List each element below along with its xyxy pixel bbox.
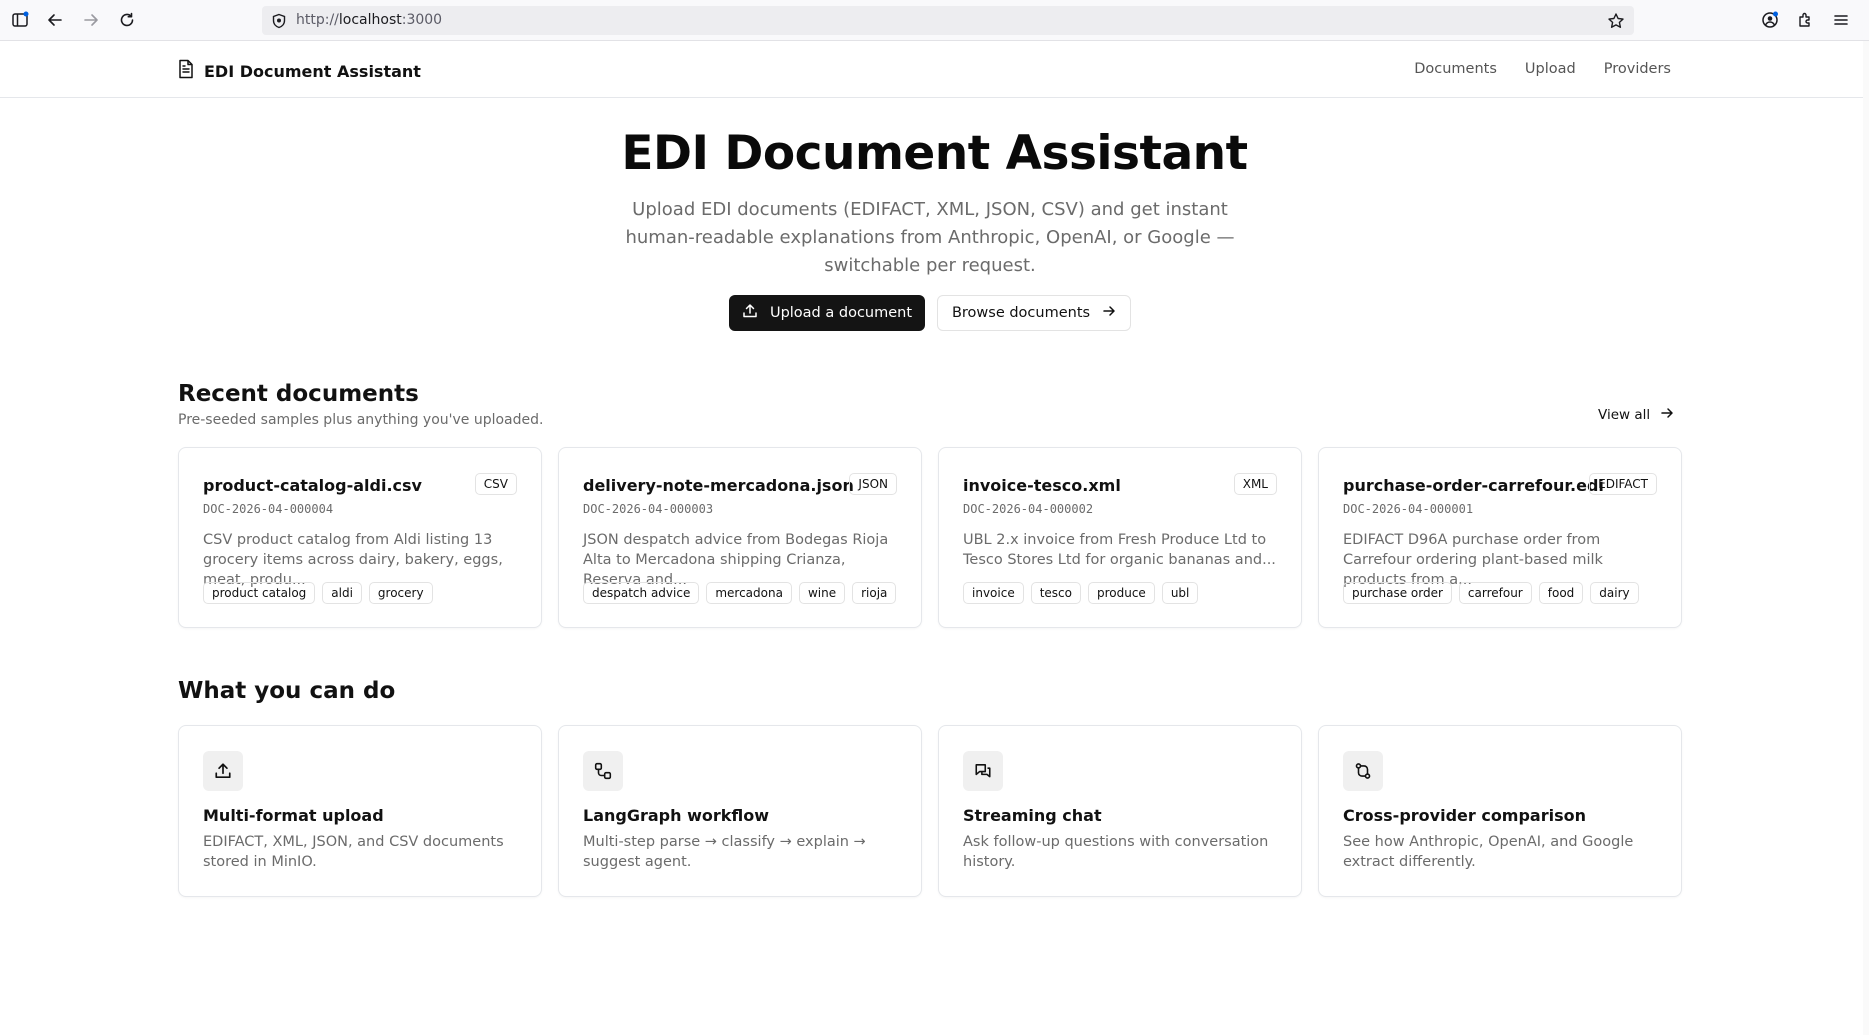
tag-list: purchase order carrefour food dairy (1343, 582, 1639, 604)
browser-toolbar: http://localhost:3000 (0, 0, 1869, 41)
feature-card: Multi-format upload EDIFACT, XML, JSON, … (178, 725, 542, 897)
account-icon[interactable] (1758, 8, 1782, 32)
forward-arrow-icon[interactable] (79, 8, 103, 32)
browse-documents-label: Browse documents (951, 305, 1091, 321)
document-card[interactable]: product-catalog-aldi.csv CSV DOC-2026-04… (178, 447, 542, 628)
nav-link-documents[interactable]: Documents (1414, 61, 1497, 77)
format-badge: JSON (849, 473, 897, 495)
document-card[interactable]: purchase-order-carrefour.edi EDIFACT DOC… (1318, 447, 1682, 628)
feature-card: LangGraph workflow Multi-step parse → cl… (558, 725, 922, 897)
tag: grocery (368, 582, 433, 604)
tag: dairy (1590, 582, 1639, 604)
brand-title: EDI Document Assistant (204, 61, 421, 81)
sidebar-toggle-icon[interactable] (8, 8, 32, 32)
feature-title: LangGraph workflow (583, 806, 770, 825)
feature-title: Streaming chat (963, 806, 1102, 825)
feature-title: Cross-provider comparison (1343, 806, 1587, 825)
reload-icon[interactable] (115, 8, 139, 32)
extensions-icon[interactable] (1794, 8, 1818, 32)
feature-description: Ask follow-up questions with conversatio… (963, 834, 1269, 870)
app-header: EDI Document Assistant Documents Upload … (0, 41, 1869, 98)
upload-icon (203, 751, 243, 791)
tag-list: despatch advice mercadona wine rioja (583, 582, 897, 604)
workflow-icon (583, 751, 623, 791)
recent-documents-subtitle: Pre-seeded samples plus anything you've … (178, 412, 544, 428)
document-name: purchase-order-carrefour.edi (1343, 476, 1604, 495)
scrollbar[interactable] (1863, 41, 1869, 1035)
tag: carrefour (1458, 582, 1532, 604)
tag: food (1538, 582, 1584, 604)
document-icon (177, 59, 195, 83)
arrow-right-icon (1102, 304, 1116, 322)
tag: invoice (963, 582, 1024, 604)
tag: product catalog (203, 582, 316, 604)
document-card[interactable]: invoice-tesco.xml XML DOC-2026-04-000002… (938, 447, 1302, 628)
hero-title: EDI Document Assistant (621, 126, 1248, 181)
tag: wine (798, 582, 846, 604)
tag: produce (1087, 582, 1155, 604)
menu-icon[interactable] (1829, 8, 1853, 32)
feature-card: Streaming chat Ask follow-up questions w… (938, 725, 1302, 897)
recent-documents-title: Recent documents (178, 381, 419, 407)
document-id: DOC-2026-04-000004 (203, 502, 334, 516)
shield-icon[interactable] (270, 12, 288, 30)
brand[interactable]: EDI Document Assistant (177, 59, 421, 83)
bookmark-star-icon[interactable] (1606, 11, 1626, 31)
document-name: product-catalog-aldi.csv (203, 476, 422, 495)
chat-icon (963, 751, 1003, 791)
feature-card: Cross-provider comparison See how Anthro… (1318, 725, 1682, 897)
url-text: http://localhost:3000 (296, 12, 443, 28)
arrow-right-icon (1660, 406, 1674, 424)
document-id: DOC-2026-04-000001 (1343, 502, 1474, 516)
feature-description: See how Anthropic, OpenAI, and Google ex… (1343, 834, 1634, 870)
document-description: JSON despatch advice from Bodegas Rioja … (583, 532, 889, 588)
tag: rioja (852, 582, 897, 604)
hero-subtitle: Upload EDI documents (EDIFACT, XML, JSON… (625, 199, 1235, 276)
nav-link-upload[interactable]: Upload (1525, 61, 1576, 77)
document-name: delivery-note-mercadona.json (583, 476, 854, 495)
tag: aldi (322, 582, 362, 604)
upload-document-button[interactable]: Upload a document (729, 295, 925, 331)
tag: ubl (1161, 582, 1199, 604)
format-badge: CSV (474, 473, 517, 495)
tag: purchase order (1343, 582, 1452, 604)
view-all-link[interactable]: View all (1598, 406, 1674, 424)
tag-list: invoice tesco produce ubl (963, 582, 1199, 604)
features-title: What you can do (178, 678, 396, 704)
document-description: CSV product catalog from Aldi listing 13… (203, 532, 503, 588)
upload-document-label: Upload a document (769, 305, 913, 321)
tag-list: product catalog aldi grocery (203, 582, 433, 604)
document-name: invoice-tesco.xml (963, 476, 1121, 495)
compare-icon (1343, 751, 1383, 791)
tag: tesco (1030, 582, 1081, 604)
top-nav: Documents Upload Providers (1414, 61, 1671, 77)
document-description: UBL 2.x invoice from Fresh Produce Ltd t… (963, 532, 1276, 568)
format-badge: XML (1233, 473, 1277, 495)
upload-icon (742, 303, 758, 323)
feature-description: EDIFACT, XML, JSON, and CSV documents st… (203, 834, 504, 870)
document-card[interactable]: delivery-note-mercadona.json JSON DOC-20… (558, 447, 922, 628)
document-description: EDIFACT D96A purchase order from Carrefo… (1343, 532, 1603, 588)
browse-documents-button[interactable]: Browse documents (937, 295, 1131, 331)
nav-link-providers[interactable]: Providers (1604, 61, 1671, 77)
address-bar[interactable]: http://localhost:3000 (262, 6, 1634, 35)
feature-title: Multi-format upload (203, 806, 384, 825)
format-badge: EDIFACT (1589, 473, 1657, 495)
back-arrow-icon[interactable] (43, 8, 67, 32)
document-id: DOC-2026-04-000003 (583, 502, 714, 516)
tag: despatch advice (583, 582, 700, 604)
feature-description: Multi-step parse → classify → explain → … (583, 834, 866, 870)
document-id: DOC-2026-04-000002 (963, 502, 1094, 516)
tag: mercadona (706, 582, 792, 604)
view-all-label: View all (1598, 407, 1651, 423)
